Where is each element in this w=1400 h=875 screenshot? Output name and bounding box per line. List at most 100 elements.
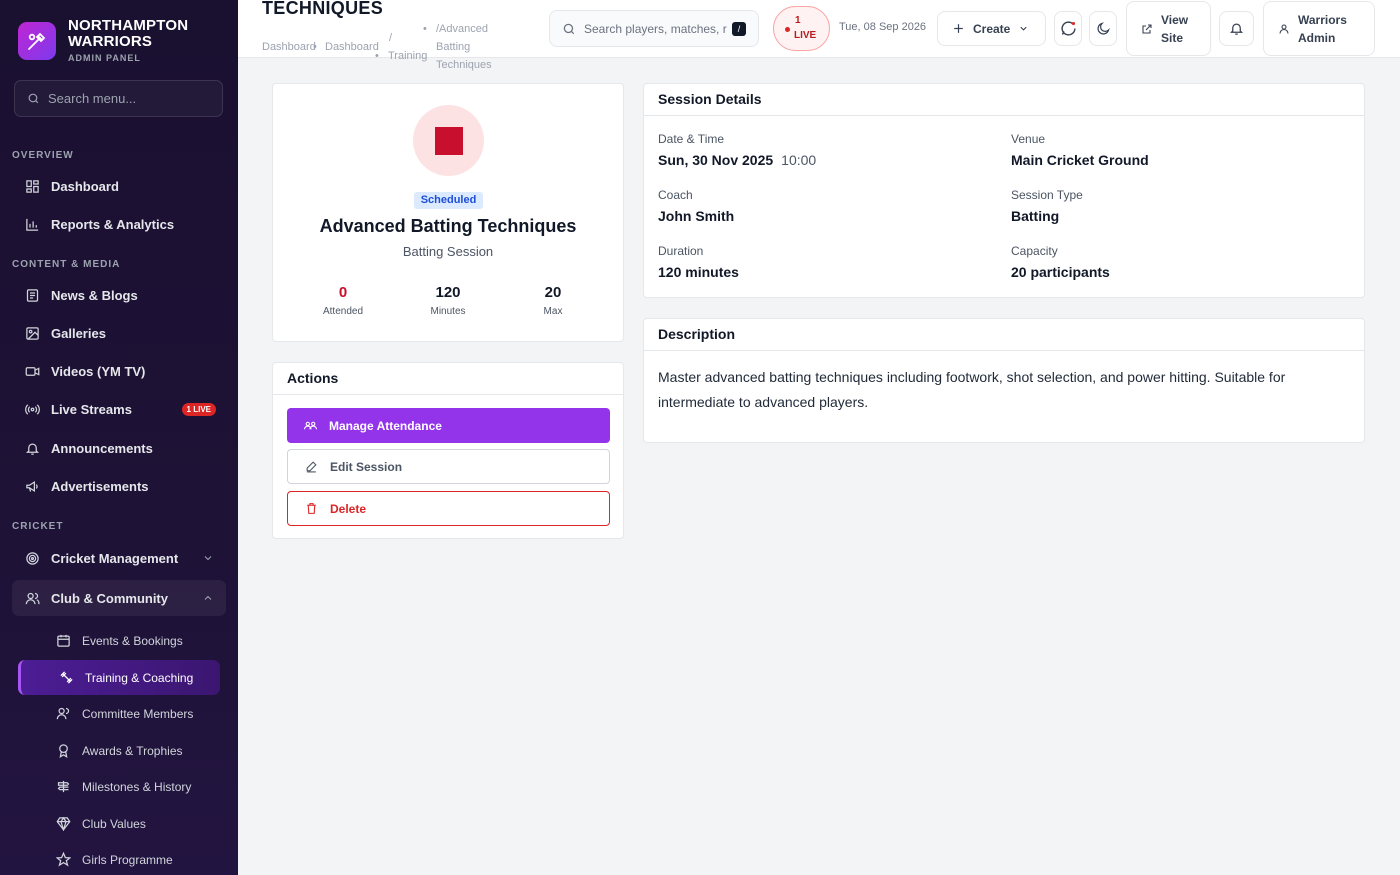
stat-label: Minutes bbox=[430, 306, 466, 317]
sidebar-item-label: Dashboard bbox=[51, 178, 119, 194]
detail-label: Capacity bbox=[1011, 244, 1058, 258]
detail-label: Coach bbox=[658, 188, 693, 202]
video-icon bbox=[24, 363, 40, 379]
sidebar-subitem-label: Awards & Trophies bbox=[82, 743, 183, 758]
breadcrumb-dashboard-2[interactable]: Dashboard bbox=[325, 38, 379, 56]
menu-search-input[interactable]: Search menu... bbox=[14, 80, 223, 117]
sidebar-subitem-committee[interactable]: Committee Members bbox=[18, 696, 220, 731]
chevron-down-icon bbox=[202, 551, 214, 569]
sidebar-item-label: Advertisements bbox=[51, 478, 149, 494]
stat-value: 0 bbox=[338, 284, 348, 301]
brand[interactable]: NORTHAMPTON WARRIORS ADMIN PANEL bbox=[18, 18, 188, 63]
detail-label: Venue bbox=[1011, 132, 1046, 146]
date-value: Sun, 30 Nov 2025 bbox=[658, 152, 774, 168]
page-title: TECHNIQUES bbox=[262, 0, 384, 18]
edit-session-button[interactable]: Edit Session bbox=[287, 449, 610, 484]
delete-button[interactable]: Delete bbox=[287, 491, 610, 526]
sidebar-item-cricket-management[interactable]: Cricket Management bbox=[12, 540, 226, 576]
create-button[interactable]: Create bbox=[937, 11, 1046, 46]
detail-value: 20 participants bbox=[1011, 264, 1110, 280]
sidebar-subitem-girls[interactable]: Girls Programme bbox=[18, 842, 220, 875]
search-shortcut-key: / bbox=[732, 22, 746, 36]
detail-venue: Venue Main Cricket Ground bbox=[1011, 132, 1149, 168]
sidebar-item-announcements[interactable]: Announcements bbox=[12, 430, 226, 466]
session-avatar bbox=[413, 105, 484, 176]
live-dot-icon bbox=[785, 27, 790, 32]
actions-card: Actions Manage Attendance Edit Session D… bbox=[272, 362, 624, 539]
users-icon bbox=[304, 421, 317, 430]
manage-attendance-label: Manage Attendance bbox=[329, 418, 442, 433]
search-icon bbox=[28, 93, 39, 104]
live-count-badge: 1 LIVE bbox=[181, 403, 216, 416]
session-title: Advanced Batting Techniques bbox=[319, 216, 577, 236]
sidebar-subitem-events[interactable]: Events & Bookings bbox=[18, 623, 220, 658]
breadcrumb-dashboard[interactable]: Dashboard bbox=[262, 38, 316, 56]
chevron-down-icon bbox=[1020, 26, 1027, 31]
detail-value: Main Cricket Ground bbox=[1011, 152, 1149, 168]
dumbbell-icon bbox=[60, 671, 73, 684]
sidebar-subitem-training[interactable]: Training & Coaching bbox=[18, 660, 220, 695]
user-icon bbox=[1279, 23, 1289, 34]
sidebar-item-videos[interactable]: Videos (YM TV) bbox=[12, 353, 226, 389]
breadcrumb-separator: • bbox=[313, 41, 317, 53]
detail-coach: Coach John Smith bbox=[658, 188, 734, 224]
detail-session-type: Session Type Batting bbox=[1011, 188, 1083, 224]
sidebar-item-live-streams[interactable]: Live Streams 1 LIVE bbox=[12, 391, 226, 427]
sidebar-item-advertisements[interactable]: Advertisements bbox=[12, 468, 226, 504]
bar-chart-icon bbox=[24, 216, 40, 232]
newspaper-icon bbox=[24, 287, 40, 303]
view-site-button[interactable]: View Site bbox=[1126, 1, 1211, 56]
detail-label: Session Type bbox=[1011, 188, 1083, 202]
users-icon bbox=[24, 590, 40, 606]
theme-toggle-button[interactable] bbox=[1089, 11, 1117, 46]
actions-title: Actions bbox=[287, 370, 339, 386]
user-name: Warriors Admin bbox=[1298, 11, 1347, 47]
bell-icon bbox=[1229, 23, 1244, 35]
sidebar-item-galleries[interactable]: Galleries bbox=[12, 315, 226, 351]
notifications-button[interactable] bbox=[1219, 11, 1254, 46]
sidebar-subitem-milestones[interactable]: Milestones & History bbox=[18, 769, 220, 804]
global-search-input[interactable]: Search players, matches, r / bbox=[549, 10, 759, 47]
stat-attended: 0 Attended bbox=[303, 284, 383, 317]
search-icon bbox=[563, 23, 575, 34]
view-site-line2: Site bbox=[1161, 30, 1184, 45]
sidebar-item-label: Club & Community bbox=[51, 590, 168, 606]
manage-attendance-button[interactable]: Manage Attendance bbox=[287, 408, 610, 443]
stat-minutes: 120 Minutes bbox=[408, 284, 488, 317]
current-date: Tue, 08 Sep 2026 bbox=[839, 21, 927, 33]
sidebar-subitem-values[interactable]: Club Values bbox=[18, 806, 220, 841]
user-name-line1: Warriors bbox=[1298, 12, 1347, 27]
session-subtitle: Batting Session bbox=[402, 244, 494, 259]
breadcrumb-training[interactable]: Training bbox=[388, 47, 427, 65]
plus-icon bbox=[954, 24, 963, 33]
sidebar-subitem-label: Milestones & History bbox=[82, 779, 192, 794]
description-header: Description bbox=[644, 319, 1364, 351]
stat-value: 20 bbox=[544, 284, 562, 301]
sidebar-subitem-awards[interactable]: Awards & Trophies bbox=[18, 733, 220, 768]
session-color-swatch bbox=[434, 126, 463, 155]
sidebar-item-label: Announcements bbox=[51, 440, 153, 456]
sidebar-item-news[interactable]: News & Blogs bbox=[12, 277, 226, 313]
menu-search-placeholder: Search menu... bbox=[48, 91, 137, 106]
delete-label: Delete bbox=[330, 501, 367, 516]
user-menu-button[interactable]: Warriors Admin bbox=[1263, 1, 1375, 56]
live-indicator[interactable]: 1 LIVE bbox=[773, 6, 830, 51]
detail-label: Duration bbox=[658, 244, 704, 258]
breadcrumb-separator: • bbox=[423, 23, 427, 35]
sidebar-item-label: Cricket Management bbox=[51, 550, 179, 566]
broadcast-icon bbox=[24, 401, 40, 417]
live-count: 1 bbox=[795, 15, 801, 26]
sidebar-item-club-community[interactable]: Club & Community bbox=[12, 580, 226, 616]
external-link-icon bbox=[1142, 23, 1152, 34]
brand-subtitle: ADMIN PANEL bbox=[68, 53, 141, 63]
detail-duration: Duration 120 minutes bbox=[658, 244, 739, 280]
cricket-logo-icon bbox=[18, 21, 56, 60]
signpost-icon bbox=[57, 780, 70, 793]
session-summary-card: Scheduled Advanced Batting Techniques Ba… bbox=[272, 83, 624, 342]
chat-button[interactable] bbox=[1054, 11, 1082, 46]
sidebar-item-reports[interactable]: Reports & Analytics bbox=[12, 206, 226, 242]
detail-value: John Smith bbox=[658, 208, 735, 224]
sidebar-item-dashboard[interactable]: Dashboard bbox=[12, 168, 226, 204]
user-name-line2: Admin bbox=[1298, 30, 1336, 45]
pencil-icon bbox=[306, 461, 317, 473]
